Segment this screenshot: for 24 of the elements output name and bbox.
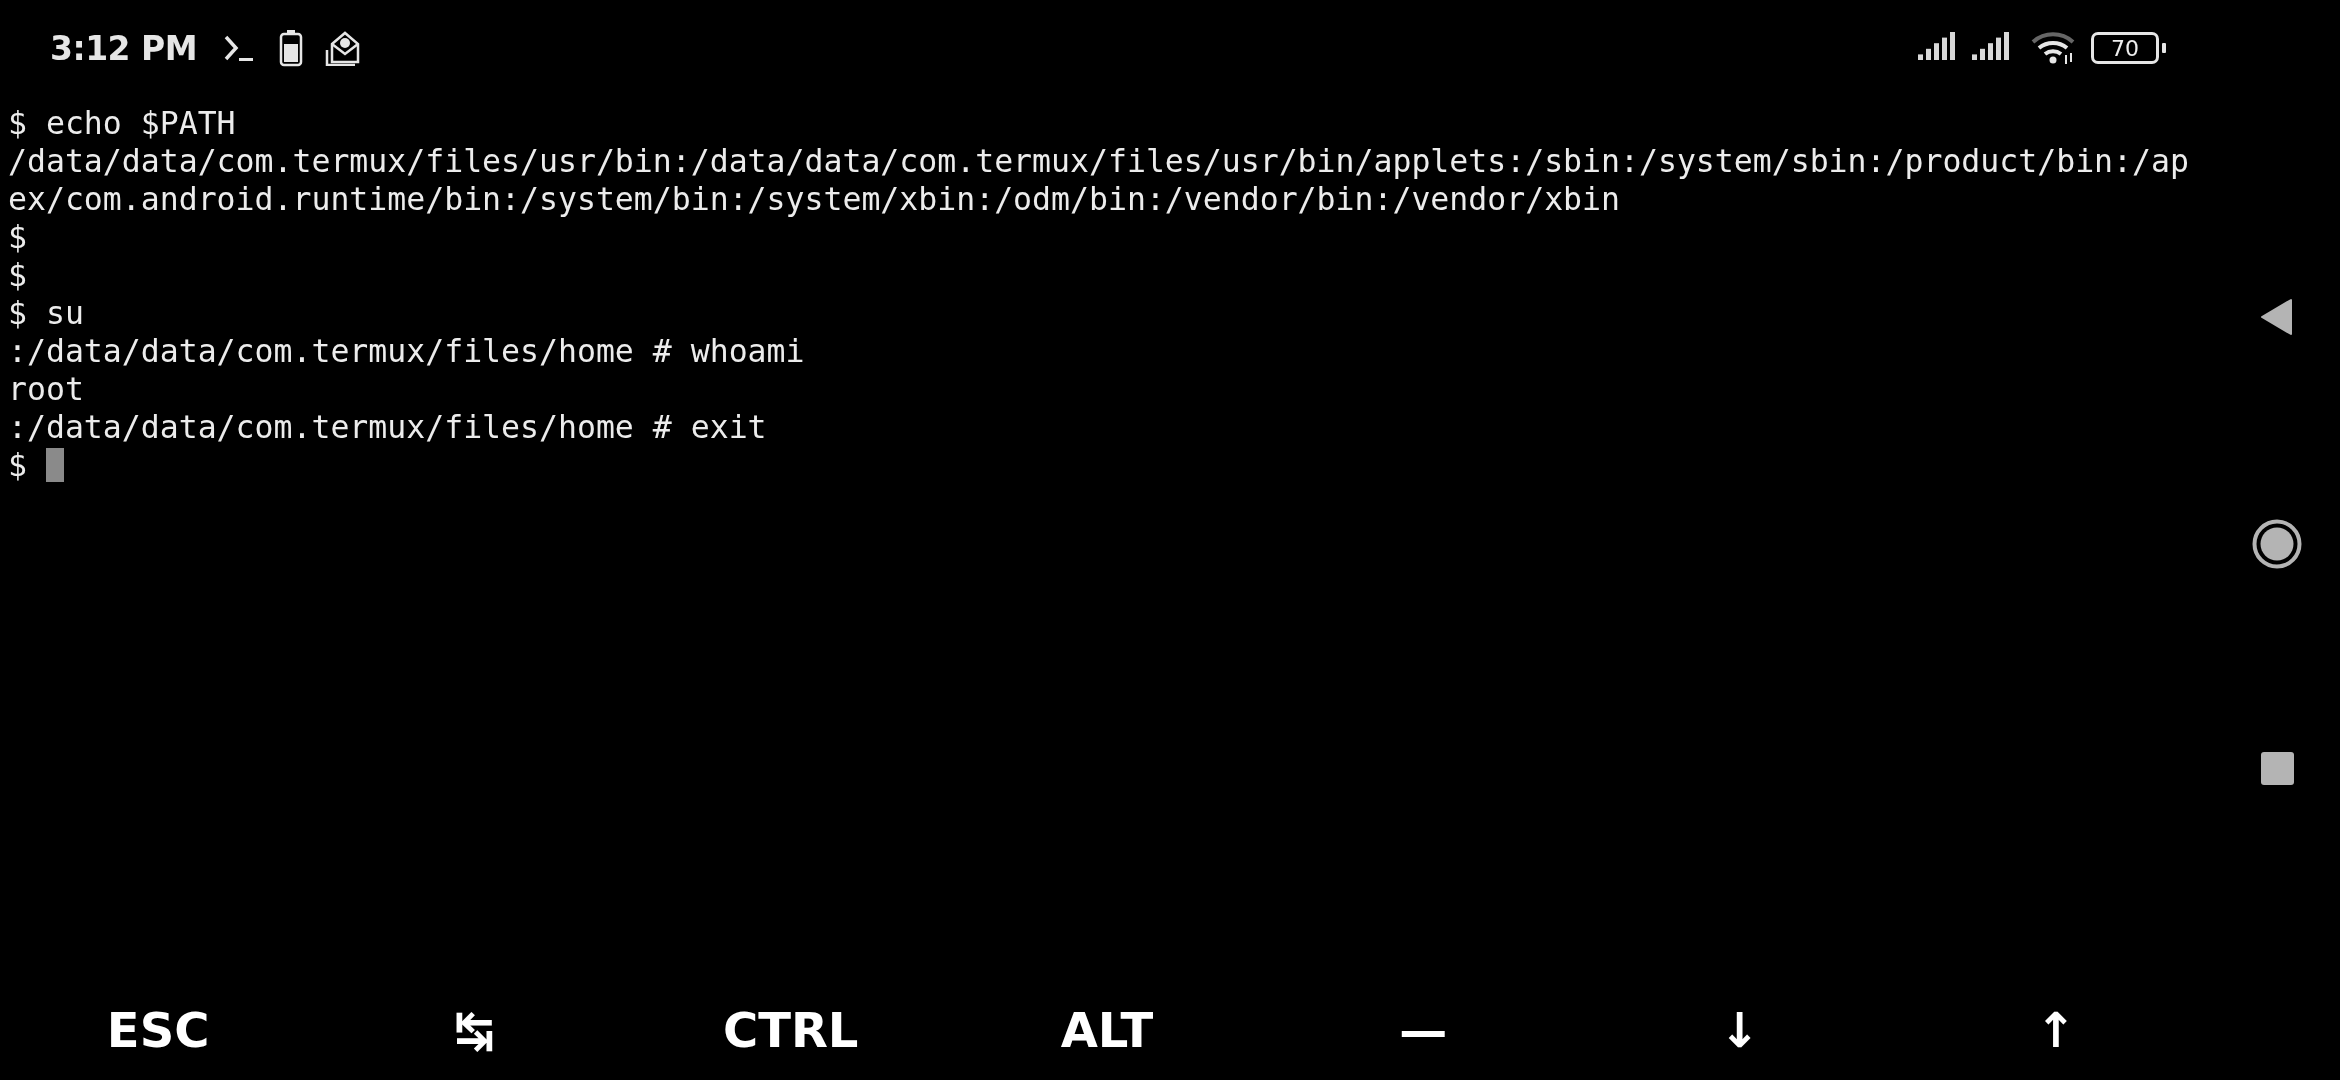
extra-key[interactable]: CTRL: [712, 998, 869, 1062]
extra-key[interactable]: —: [1389, 998, 1458, 1062]
terminal-line: /data/data/com.termux/files/usr/bin:/data/data/com.termux/files/usr/bin/applets:/sbin:/system/sbin:/product/bin:/ap: [8, 142, 2189, 180]
extra-key[interactable]: ALT: [1050, 998, 1164, 1062]
recents-icon[interactable]: [2260, 752, 2294, 785]
clock: 3:12 PM: [50, 28, 198, 68]
extra-key[interactable]: ESC: [96, 998, 220, 1062]
home-icon[interactable]: [2252, 519, 2302, 569]
extra-key[interactable]: ↓: [1709, 998, 1770, 1062]
terminal-line: root: [8, 370, 84, 408]
terminal-line: $: [8, 256, 27, 294]
terminal-line: ex/com.android.runtime/bin:/system/bin:/system/xbin:/odm/bin:/vendor/bin:/vendor/xbin: [8, 180, 1620, 218]
back-icon[interactable]: [2260, 298, 2294, 336]
terminal-line: :/data/data/com.termux/files/home # exit: [8, 408, 767, 446]
extra-key[interactable]: ↑: [2025, 998, 2086, 1062]
battery-percent: 70: [2111, 35, 2139, 61]
wifi-icon: [2031, 31, 2077, 65]
terminal-line: $ echo $PATH: [8, 104, 236, 142]
terminal-line: :/data/data/com.termux/files/home # whoami: [8, 332, 805, 370]
extra-key[interactable]: ↹: [444, 998, 505, 1062]
terminal-line: $: [8, 446, 28, 484]
battery-icon: [279, 29, 304, 67]
terminal-line: $: [8, 218, 27, 256]
terminal-line: $ su: [8, 294, 84, 332]
